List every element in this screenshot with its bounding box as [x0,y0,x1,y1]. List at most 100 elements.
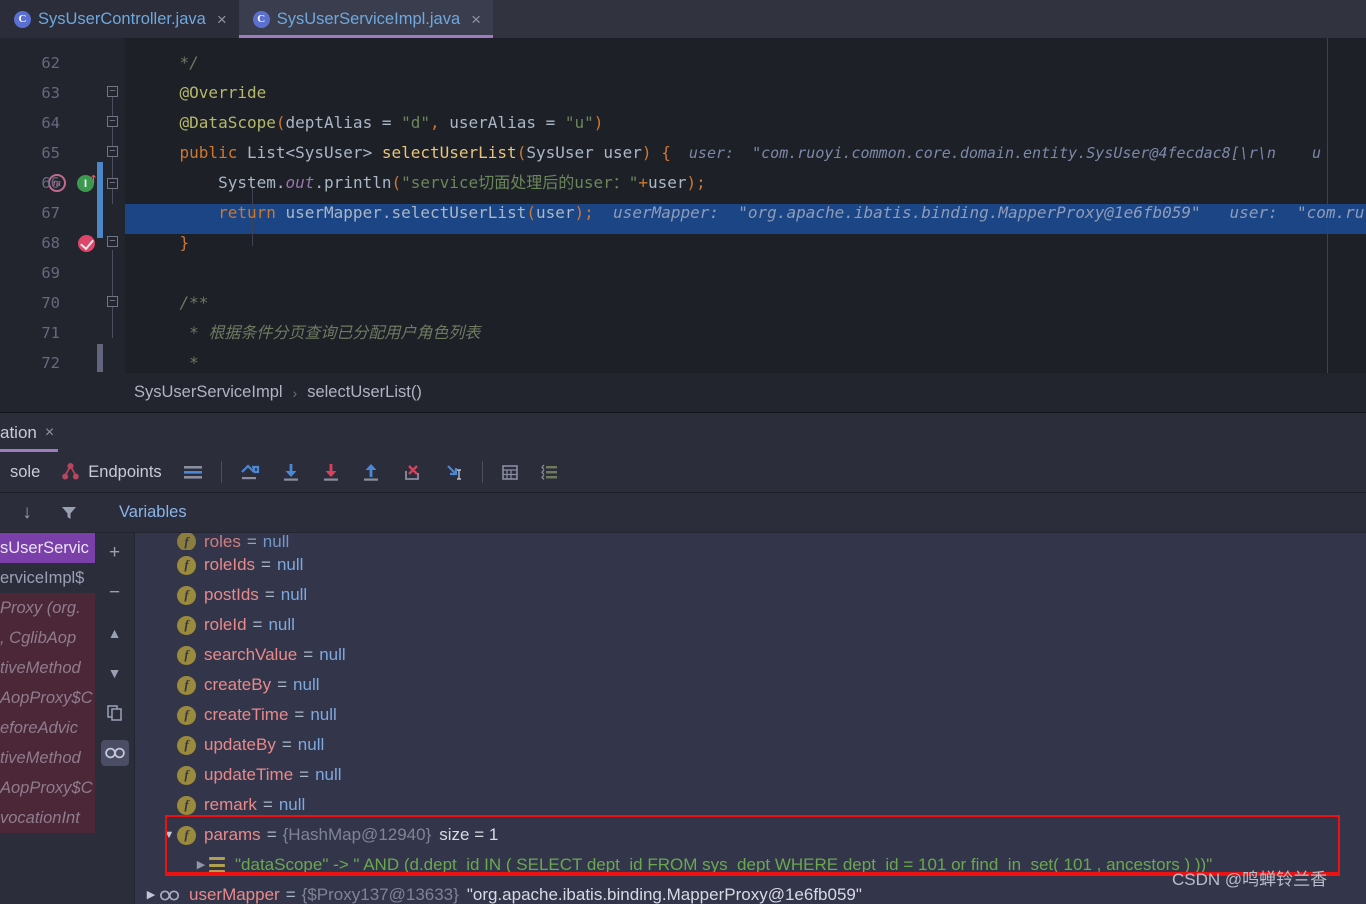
run-to-cursor-button[interactable] [433,452,475,493]
step-into-button[interactable] [271,452,311,493]
variable-value: null [293,675,320,694]
code-editor[interactable]: – – – – – – m I ↑ */ @Override @DataScop… [0,38,1366,373]
frames-panel[interactable]: ↓ sUserServic erviceImpl$ Proxy (org., Cgl… [0,493,95,904]
fold-collapse-icon[interactable]: – [107,146,118,157]
code-line[interactable]: * [125,348,1366,373]
code-line[interactable]: @DataScope(deptAlias = "d", userAlias = … [125,108,1366,138]
editor-tab-sysusercontroller[interactable]: C SysUserController.java × [0,0,239,38]
variable-name: postIds [204,585,259,604]
frame-row[interactable]: vocationInt [0,803,95,833]
code-line[interactable]: public List<SysUser> selectUserList(SysU… [125,138,1366,168]
show-execution-point-button[interactable] [172,452,214,493]
step-over-icon [239,462,261,482]
equals-sign: = [281,735,292,754]
frame-row[interactable]: , CglibAop [0,623,95,653]
code-token: System. [141,173,286,192]
equals-sign: = [261,555,271,574]
variable-row[interactable]: f createBy = null [135,670,1366,700]
code-token: /** [141,293,209,312]
chevron-down-icon[interactable]: ▼ [161,820,177,850]
field-icon: f [177,735,196,755]
line-number: 62 [41,54,60,72]
variable-row[interactable]: f updateTime = null [135,760,1366,790]
variable-row[interactable]: f roleId = null [135,610,1366,640]
equals-sign: = [264,585,275,604]
frame-row[interactable]: Proxy (org. [0,593,95,623]
inline-debug-hint[interactable]: user: "com.ruoyi.common.core.domain.enti… [671,144,1321,162]
toolwindow-tab-label: ation [0,423,37,442]
variables-tree[interactable]: f roles = null f roleIds = null f postIds = null f ro… [135,533,1366,904]
chevron-right-icon[interactable]: ▶ [193,850,209,880]
variable-row[interactable]: f roles = null [135,533,1366,550]
code-token: = [545,113,565,132]
breakpoint-verified-icon[interactable] [78,235,95,252]
line-number: 67 [41,204,60,222]
code-line[interactable]: * 根据条件分页查询已分配用户角色列表 [125,318,1366,348]
variable-name: remark [204,795,257,814]
step-out-button[interactable] [351,452,391,493]
frame-row[interactable]: sUserServic [0,533,95,563]
code-token: SysUser user [526,143,642,162]
equals-sign: = [246,533,257,550]
breadcrumb-class[interactable]: SysUserServiceImpl [134,383,283,402]
drop-frame-icon [401,462,423,482]
code-line[interactable]: System.out.println("service切面处理后的user："+… [125,168,1366,198]
close-icon[interactable]: × [45,424,54,442]
variable-row[interactable]: f roleIds = null [135,550,1366,580]
line-number: 65 [41,144,60,162]
code-token: "service切面处理后的user：" [401,173,639,192]
fold-collapse-icon[interactable]: – [107,236,118,247]
run-to-cursor-icon [443,462,465,482]
frame-row[interactable]: AopProxy$C [0,683,95,713]
frame-row[interactable]: tiveMethod [0,653,95,683]
step-over-button[interactable] [229,452,271,493]
variable-value: null [319,645,346,664]
breadcrumb-method[interactable]: selectUserList() [307,383,422,402]
filter-icon[interactable] [55,500,83,526]
frame-row[interactable]: tiveMethod [0,743,95,773]
variable-row[interactable]: f searchValue = null [135,640,1366,670]
object-icon [159,888,181,902]
code-line[interactable]: return userMapper.selectUserList(user); … [125,198,1366,228]
drop-frame-button[interactable] [391,452,433,493]
editor-tab-sysuserserviceimpl[interactable]: C SysUserServiceImpl.java × [238,0,494,38]
force-step-into-button[interactable] [311,452,351,493]
variable-value: null [278,795,306,814]
code-line[interactable]: } [125,228,1366,258]
down-arrow-icon[interactable]: ↓ [13,500,41,526]
tab-console[interactable]: sole [0,452,50,493]
equals-sign: = [285,885,296,904]
variable-row[interactable]: f updateBy = null [135,730,1366,760]
code-token: selectUserList [391,203,527,222]
frames-list[interactable]: sUserServic erviceImpl$ Proxy (org., Cglib… [0,533,95,904]
frame-row[interactable]: eforeAdvic [0,713,95,743]
frame-row[interactable]: erviceImpl$ [0,563,95,593]
debugger-settings-button[interactable] [530,452,570,493]
line-number: 64 [41,114,60,132]
variables-panel[interactable]: Variables f roles = null f roleIds = null f postI… [95,493,1366,904]
inline-debug-hint[interactable]: userMapper: "org.apache.ibatis.binding.M… [594,203,1364,222]
code-line[interactable] [125,258,1366,288]
fold-collapse-icon[interactable]: – [107,116,118,127]
toolwindow-tab-application[interactable]: ation × [0,414,66,452]
variables-header: Variables [95,493,1366,533]
variable-row[interactable]: f remark = null [135,790,1366,820]
fold-collapse-icon[interactable]: – [107,296,118,307]
fold-collapse-icon[interactable]: – [107,86,118,97]
variable-row[interactable]: f postIds = null [135,580,1366,610]
variable-row[interactable]: ▼ f params = {HashMap@12940} size = 1 [135,820,1366,850]
variable-row[interactable]: f createTime = null [135,700,1366,730]
close-icon[interactable]: × [217,11,227,28]
close-icon[interactable]: × [471,11,481,28]
fold-collapse-icon[interactable]: – [107,178,118,189]
class-icon: C [252,10,270,28]
code-line[interactable]: */ [125,48,1366,78]
code-line[interactable]: /** [125,288,1366,318]
execution-point-icon [182,462,204,482]
chevron-right-icon[interactable]: ▶ [143,880,159,904]
frame-row[interactable]: AopProxy$C [0,773,95,803]
code-token: @DataScope [141,113,276,132]
tab-endpoints[interactable]: Endpoints [50,452,171,493]
code-line[interactable]: @Override [125,78,1366,108]
evaluate-expression-button[interactable] [490,452,530,493]
